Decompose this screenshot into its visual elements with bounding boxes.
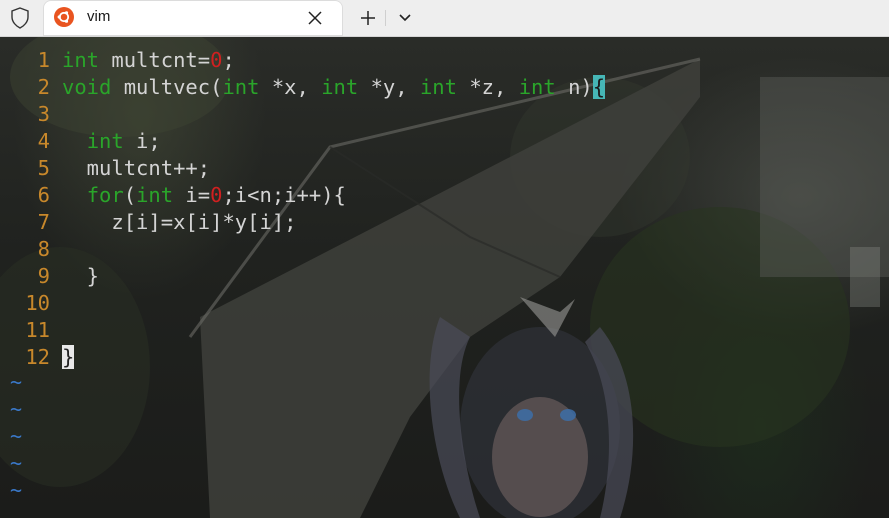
keyword-token: void — [62, 75, 112, 99]
code-line[interactable]: 12} — [0, 344, 889, 371]
line-number: 2 — [37, 75, 50, 99]
code-token: n) — [555, 75, 593, 99]
line-number: 12 — [25, 345, 50, 369]
keyword-token: int — [62, 48, 100, 72]
code-line[interactable]: 10 — [0, 290, 889, 317]
number-token: 0 — [210, 48, 223, 72]
empty-line-tilde: ~ — [10, 370, 23, 394]
line-text: multcnt++; — [62, 156, 210, 180]
code-token: multvec( — [111, 75, 223, 99]
line-number: 3 — [37, 102, 50, 126]
line-text: } — [62, 264, 99, 288]
keyword-token: for — [86, 183, 124, 207]
keyword-token: int — [222, 75, 260, 99]
ubuntu-icon — [54, 7, 74, 27]
code-line[interactable]: 6 for(int i=0;i<n;i++){ — [0, 182, 889, 209]
code-token: *z, — [457, 75, 519, 99]
line-text: } — [62, 345, 75, 369]
line-text: void multvec(int *x, int *y, int *z, int… — [62, 75, 606, 99]
code-line[interactable]: 4 int i; — [0, 128, 889, 155]
text-cursor: } — [62, 345, 75, 369]
tab-title: vim — [87, 8, 111, 25]
line-number: 8 — [37, 237, 50, 261]
line-number: 10 — [25, 291, 50, 315]
line-text: z[i]=x[i]*y[i]; — [62, 210, 297, 234]
empty-line-tilde: ~ — [10, 397, 23, 421]
keyword-token: int — [321, 75, 359, 99]
code-token: i; — [123, 129, 161, 153]
line-number: 7 — [37, 210, 50, 234]
terminal-window[interactable]: 1 int multcnt=0; 2 void multvec(int *x, int… — [0, 37, 889, 518]
keyword-token: int — [86, 129, 124, 153]
empty-line-tilde: ~ — [10, 451, 23, 475]
plus-icon — [361, 11, 375, 25]
code-token: } — [62, 264, 100, 288]
bracket-match-highlight: { — [592, 75, 606, 99]
code-line[interactable]: 11 — [0, 317, 889, 344]
tab-bar: vim — [0, 0, 889, 37]
close-icon[interactable] — [305, 8, 325, 28]
code-token: *y, — [358, 75, 420, 99]
code-token: i= — [173, 183, 211, 207]
line-text: int multcnt=0; — [62, 48, 235, 72]
new-tab-button[interactable] — [356, 6, 380, 30]
line-number: 9 — [37, 264, 50, 288]
code-token: ;i<n;i++){ — [222, 183, 346, 207]
code-token: ( — [123, 183, 137, 207]
empty-line-tilde: ~ — [10, 424, 23, 448]
code-line[interactable]: 2 void multvec(int *x, int *y, int *z, in… — [0, 74, 889, 101]
keyword-token: int — [419, 75, 457, 99]
line-number: 4 — [37, 129, 50, 153]
code-line[interactable]: 9 } — [0, 263, 889, 290]
number-token: 0 — [210, 183, 223, 207]
code-token: z[i]=x[i]*y[i]; — [62, 210, 297, 234]
divider — [385, 10, 386, 26]
line-number: 11 — [25, 318, 50, 342]
line-text: for(int i=0;i<n;i++){ — [62, 183, 346, 207]
code-line[interactable]: 7 z[i]=x[i]*y[i]; — [0, 209, 889, 236]
code-line[interactable]: 8 — [0, 236, 889, 263]
keyword-token: int — [136, 183, 174, 207]
code-token: ; — [222, 48, 235, 72]
line-number: 1 — [37, 48, 50, 72]
code-token: multcnt= — [99, 48, 211, 72]
empty-line-tilde: ~ — [10, 478, 23, 502]
code-line[interactable]: 1 int multcnt=0; — [0, 47, 889, 74]
code-line[interactable]: 5 multcnt++; — [0, 155, 889, 182]
code-token: *x, — [259, 75, 322, 99]
line-number: 6 — [37, 183, 50, 207]
code-line[interactable]: 3 — [0, 101, 889, 128]
line-number: 5 — [37, 156, 50, 180]
vim-buffer[interactable]: 1 int multcnt=0; 2 void multvec(int *x, int… — [0, 47, 889, 371]
tab-vim[interactable]: vim — [43, 0, 343, 36]
line-text: int i; — [62, 129, 161, 153]
tab-dropdown-button[interactable] — [394, 6, 416, 30]
shield-icon[interactable] — [8, 6, 32, 30]
keyword-token: int — [518, 75, 556, 99]
code-token: multcnt++; — [62, 156, 211, 180]
chevron-down-icon — [399, 14, 411, 22]
